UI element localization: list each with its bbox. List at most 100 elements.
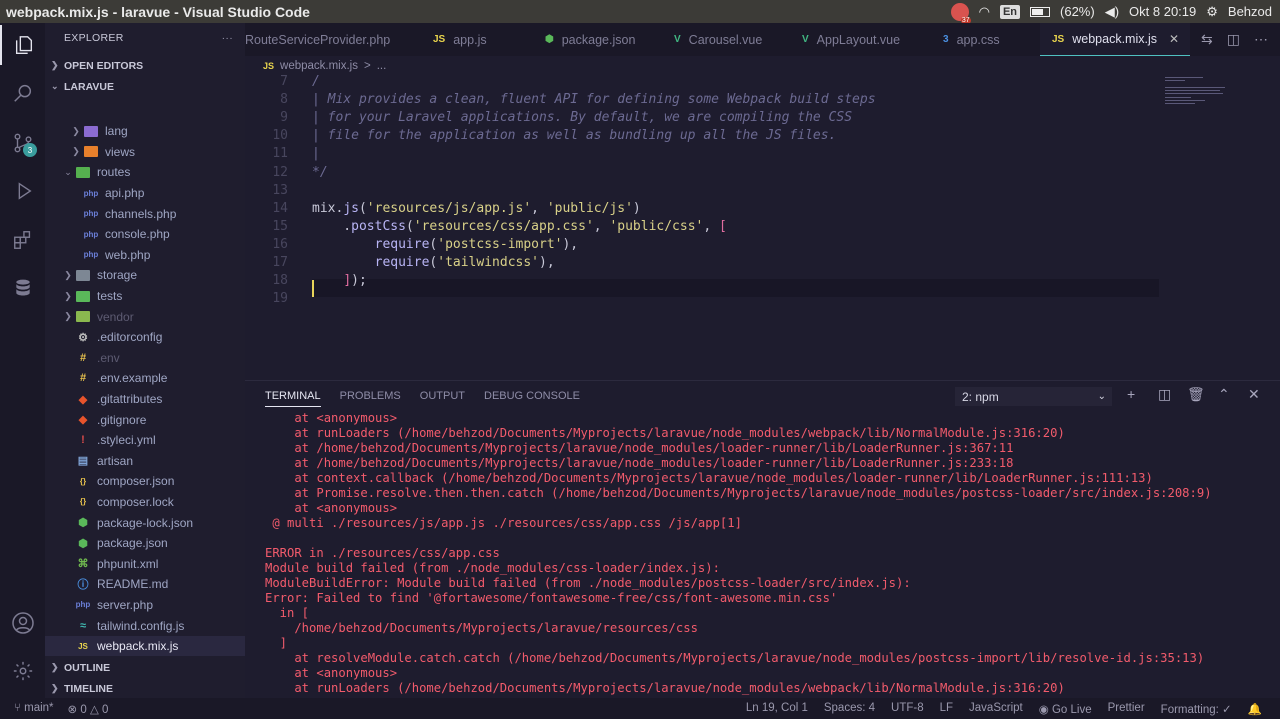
more-actions-icon[interactable]: ··· bbox=[222, 32, 233, 44]
terminal-line: ] bbox=[265, 636, 288, 650]
outline-section[interactable]: ❯ OUTLINE bbox=[45, 657, 110, 678]
problems-indicator[interactable]: ⊗ 0 △ 0 bbox=[68, 702, 109, 716]
terminal-selector[interactable]: 2: npm ⌄ bbox=[955, 387, 1112, 406]
database-icon[interactable] bbox=[0, 268, 45, 308]
tree-item[interactable]: ❯ views bbox=[45, 142, 245, 163]
tab-app-css[interactable]: 3 app.css bbox=[931, 23, 1040, 56]
tree-item[interactable]: php console.php bbox=[45, 224, 245, 245]
terminal-output[interactable]: at <anonymous> at runLoaders (/home/behz… bbox=[265, 411, 1212, 696]
tab-routeserviceprovider-php[interactable]: RouteServiceProvider.php bbox=[245, 23, 421, 56]
tab-package-json[interactable]: ⬢ package.json bbox=[533, 23, 662, 56]
tree-item[interactable]: ⬢ package.json bbox=[45, 533, 245, 554]
tree-item[interactable]: ⚙ .editorconfig bbox=[45, 327, 245, 348]
breadcrumb-more[interactable]: ... bbox=[377, 60, 387, 72]
end-of-line[interactable]: LF bbox=[940, 702, 953, 716]
tree-item-label: package.json bbox=[97, 536, 168, 551]
volume-icon[interactable]: ◀) bbox=[1105, 4, 1119, 20]
tree-item-label: package-lock.json bbox=[97, 515, 194, 530]
tab-applayout-vue[interactable]: V AppLayout.vue bbox=[790, 23, 931, 56]
tree-item[interactable]: ▤ artisan bbox=[45, 451, 245, 472]
tree-item[interactable]: {} composer.lock bbox=[45, 492, 245, 513]
tree-item[interactable]: ⌄ routes bbox=[45, 162, 245, 183]
tab-carousel-vue[interactable]: V Carousel.vue bbox=[662, 23, 790, 56]
split-terminal-icon[interactable]: ◫ bbox=[1158, 386, 1171, 403]
tree-item[interactable]: ≈ tailwind.config.js bbox=[45, 615, 245, 636]
tree-item[interactable]: ⬢ package-lock.json bbox=[45, 512, 245, 533]
terminal-line: in [ bbox=[265, 606, 310, 620]
tree-item[interactable]: php api.php bbox=[45, 183, 245, 204]
close-panel-icon[interactable]: ✕ bbox=[1248, 386, 1260, 403]
encoding[interactable]: UTF-8 bbox=[891, 702, 924, 716]
go-live-label: Go Live bbox=[1051, 703, 1092, 716]
tree-item[interactable]: JS webpack.mix.js bbox=[45, 635, 245, 657]
tree-item[interactable]: ❯ lang bbox=[45, 121, 245, 142]
battery-icon[interactable] bbox=[1030, 6, 1051, 17]
tab-app-js[interactable]: JS app.js bbox=[421, 23, 533, 56]
tree-item[interactable]: ! .styleci.yml bbox=[45, 430, 245, 451]
clock[interactable]: Okt 8 20:19 bbox=[1129, 4, 1196, 19]
notification-app-icon[interactable]: 37 bbox=[950, 2, 971, 24]
chevron-right-icon: ❯ bbox=[72, 125, 80, 136]
panel-tab-debug-console[interactable]: DEBUG CONSOLE bbox=[484, 390, 580, 402]
explorer-icon[interactable] bbox=[0, 25, 45, 65]
tree-item[interactable]: ❯ tests bbox=[45, 286, 245, 307]
tree-item[interactable]: # .env.example bbox=[45, 368, 245, 389]
minimap[interactable] bbox=[1165, 75, 1265, 125]
extensions-icon[interactable] bbox=[0, 220, 45, 260]
tree-item[interactable]: ⌘ phpunit.xml bbox=[45, 553, 245, 574]
formatting-status[interactable]: Formatting: ✓ bbox=[1161, 702, 1232, 716]
code-editor[interactable]: 7 / 8 | Mix provides a clean, fluent API fo… bbox=[245, 75, 1280, 380]
tree-item[interactable]: # .env bbox=[45, 348, 245, 369]
branch-indicator[interactable]: ⑂ main* bbox=[14, 702, 54, 716]
language-mode[interactable]: JavaScript bbox=[969, 702, 1023, 716]
split-editor-icon[interactable]: ◫ bbox=[1227, 31, 1240, 48]
tree-item[interactable]: php web.php bbox=[45, 245, 245, 266]
run-debug-icon[interactable] bbox=[0, 171, 45, 211]
tree-item[interactable]: php channels.php bbox=[45, 203, 245, 224]
tree-item-label: .gitignore bbox=[97, 412, 147, 427]
settings-gear-icon[interactable]: ⚙ bbox=[1206, 4, 1218, 20]
code-line: require('postcss-import'), bbox=[374, 236, 579, 252]
more-actions-icon[interactable]: ⋯ bbox=[1254, 31, 1268, 48]
open-editors-label: OPEN EDITORS bbox=[64, 59, 144, 72]
keyboard-layout-indicator[interactable]: En bbox=[999, 4, 1021, 19]
line-number: 13 bbox=[272, 182, 288, 198]
tree-item[interactable]: ◆ .gitattributes bbox=[45, 389, 245, 410]
prettier-status[interactable]: Prettier bbox=[1108, 702, 1145, 716]
breadcrumb-file[interactable]: webpack.mix.js bbox=[280, 60, 358, 72]
manage-gear-icon[interactable] bbox=[0, 651, 45, 691]
tree-item[interactable]: {} composer.json bbox=[45, 471, 245, 492]
tree-item[interactable]: ◆ .gitignore bbox=[45, 409, 245, 430]
source-control-icon[interactable]: 3 bbox=[0, 123, 45, 163]
cursor-position[interactable]: Ln 19, Col 1 bbox=[746, 702, 808, 716]
open-changes-icon[interactable]: ⇆ bbox=[1201, 31, 1213, 48]
new-terminal-icon[interactable]: + bbox=[1127, 386, 1135, 402]
search-icon[interactable] bbox=[0, 73, 45, 113]
indentation[interactable]: Spaces: 4 bbox=[824, 702, 875, 716]
panel-tab-problems[interactable]: PROBLEMS bbox=[340, 390, 401, 402]
timeline-section[interactable]: ❯ TIMELINE bbox=[45, 678, 113, 699]
close-tab-icon[interactable]: ✕ bbox=[1169, 32, 1179, 46]
user-name[interactable]: Behzod bbox=[1228, 4, 1272, 19]
tree-item[interactable]: ❯ vendor bbox=[45, 306, 245, 327]
open-editors-section[interactable]: ❯ OPEN EDITORS bbox=[45, 55, 245, 76]
maximize-panel-icon[interactable]: ⌃ bbox=[1218, 386, 1230, 403]
go-live-button[interactable]: ◉ Go Live bbox=[1039, 702, 1092, 716]
file-tree: ❯ lang ❯ views ⌄ routes php api.php php channels.… bbox=[45, 121, 245, 657]
tab-label: app.js bbox=[453, 32, 487, 47]
panel-tab-output[interactable]: OUTPUT bbox=[420, 390, 465, 402]
wifi-icon[interactable]: ◠ bbox=[979, 4, 990, 20]
tree-item[interactable]: php server.php bbox=[45, 595, 245, 616]
accounts-icon[interactable] bbox=[0, 603, 45, 643]
tree-item-label: lang bbox=[105, 124, 128, 139]
tab-label: package.json bbox=[561, 32, 636, 47]
tree-item-label: tests bbox=[97, 289, 123, 304]
project-section[interactable]: ⌄ LARAVUE bbox=[45, 76, 245, 97]
tree-item[interactable]: ❯ storage bbox=[45, 265, 245, 286]
chevron-right-icon: ❯ bbox=[72, 146, 80, 157]
panel-tab-terminal[interactable]: TERMINAL bbox=[265, 390, 321, 407]
notifications-bell-icon[interactable]: 🔔 bbox=[1248, 702, 1262, 716]
tree-item[interactable]: ⓘ README.md bbox=[45, 574, 245, 595]
tab-webpack-mix-js[interactable]: JS webpack.mix.js ✕ bbox=[1040, 23, 1190, 56]
kill-terminal-icon[interactable]: 🗑 bbox=[1187, 386, 1205, 403]
